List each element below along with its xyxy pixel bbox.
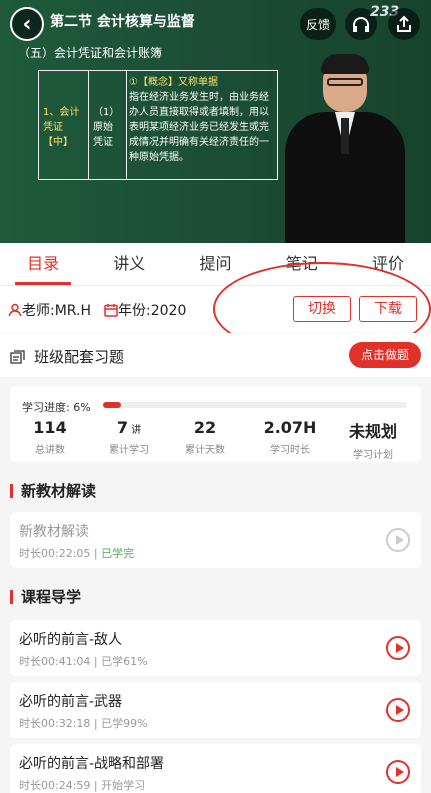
teacher-info: 老师:MR.H xyxy=(8,300,91,320)
course-page: ‹ 第二节 会计核算与监督 （五）会计凭证和会计账簿 反馈 233 1、会计凭证… xyxy=(0,0,431,793)
slide-col1: 1、会计凭证【中】 xyxy=(39,71,89,179)
do-exercise-button[interactable]: 点击做题 xyxy=(349,342,421,368)
exercise-row: 班级配套习题 点击做题 xyxy=(0,333,431,377)
feedback-button[interactable]: 反馈 xyxy=(300,8,336,40)
stat-learned: 7讲 累计学习 xyxy=(89,418,169,456)
teacher-label: 老师:MR.H xyxy=(22,303,92,319)
slide-concept: ①【概念】又称单据 xyxy=(129,77,218,88)
lesson-title: 新教材解读 xyxy=(19,524,89,540)
lesson-meta: 时长00:41:04 | 已学61% xyxy=(19,655,148,668)
slide-col2: （1）原始凭证 xyxy=(89,71,127,179)
lesson-duration: 时长00:41:04 xyxy=(19,655,91,668)
video-title: 第二节 会计核算与监督 xyxy=(50,14,195,30)
slide-table: 1、会计凭证【中】 （1）原始凭证 ①【概念】又称单据 指在经济业务发生时，由业… xyxy=(38,70,278,180)
video-subtitle: （五）会计凭证和会计账簿 xyxy=(18,46,163,60)
stat-value: 22 xyxy=(193,418,217,437)
progress-card: 学习进度: 6% 114 总讲数 7讲 累计学习 22 累计天数 2.07H 学… xyxy=(10,386,421,462)
slide-col3: ①【概念】又称单据 指在经济业务发生时，由业务经办人员直接取得或者填制，用以表明… xyxy=(129,75,275,165)
slide-body: 指在经济业务发生时，由业务经办人员直接取得或者填制，用以表明某项经济业务已经发生… xyxy=(129,92,269,163)
calendar-icon xyxy=(104,304,118,317)
lesson-item[interactable]: 必听的前言-敌人 时长00:41:04 | 已学61% xyxy=(10,620,421,676)
year-label: 年份:2020 xyxy=(118,303,187,319)
lesson-item[interactable]: 新教材解读 时长00:22:05 | 已学完 xyxy=(10,512,421,568)
teacher-figure xyxy=(285,48,405,243)
section-title: 课程导学 xyxy=(21,588,82,606)
play-icon[interactable] xyxy=(386,528,410,552)
person-icon xyxy=(8,303,22,317)
tab-catalog[interactable]: 目录 xyxy=(0,243,86,285)
progress-bar xyxy=(103,402,407,408)
back-icon[interactable]: ‹ xyxy=(10,7,44,41)
stat-label: 学习计划 xyxy=(353,450,393,461)
year-info: 年份:2020 xyxy=(104,300,186,320)
stat-total: 114 总讲数 xyxy=(10,418,90,456)
progress-fill xyxy=(103,402,122,408)
video-player[interactable]: ‹ 第二节 会计核算与监督 （五）会计凭证和会计账簿 反馈 233 1、会计凭证… xyxy=(0,0,431,243)
lesson-title: 必听的前言-战略和部署 xyxy=(19,756,165,772)
stat-label: 总讲数 xyxy=(35,445,65,456)
tab-handout[interactable]: 讲义 xyxy=(86,243,172,285)
section-header: 课程导学 xyxy=(10,586,81,607)
stat-value: 7 xyxy=(116,418,129,437)
progress-label: 学习进度: 6% xyxy=(22,401,91,414)
play-icon[interactable] xyxy=(386,636,410,660)
play-icon[interactable] xyxy=(386,698,410,722)
lesson-meta: 时长00:22:05 | 已学完 xyxy=(19,547,135,560)
lesson-duration: 时长00:32:18 xyxy=(19,717,91,730)
lesson-meta: 时长00:24:59 | 开始学习 xyxy=(19,779,146,792)
stat-value: 114 xyxy=(33,418,67,437)
stat-unit: 讲 xyxy=(131,425,142,436)
lesson-status: 已学61% xyxy=(101,655,148,668)
lesson-meta: 时长00:32:18 | 已学99% xyxy=(19,717,148,730)
lesson-item[interactable]: 必听的前言-战略和部署 时长00:24:59 | 开始学习 xyxy=(10,744,421,793)
section-accent xyxy=(10,589,13,604)
lesson-status: 开始学习 xyxy=(101,779,146,792)
stat-label: 累计天数 xyxy=(185,445,225,456)
stat-label: 累计学习 xyxy=(109,445,149,456)
exercise-label-wrap: 班级配套习题 xyxy=(10,346,124,367)
lesson-title: 必听的前言-武器 xyxy=(19,694,123,710)
exercise-icon xyxy=(10,349,25,364)
play-icon[interactable] xyxy=(386,760,410,784)
stat-plan[interactable]: 未规划 学习计划 xyxy=(333,418,413,461)
lesson-item[interactable]: 必听的前言-武器 时长00:32:18 | 已学99% xyxy=(10,682,421,738)
section-title: 新教材解读 xyxy=(21,482,97,500)
stat-value: 2.07H xyxy=(263,418,317,437)
exercise-label: 班级配套习题 xyxy=(34,348,125,366)
stat-days: 22 累计天数 xyxy=(165,418,245,456)
stat-duration: 2.07H 学习时长 xyxy=(250,418,330,456)
stat-value: 未规划 xyxy=(348,422,397,441)
lesson-title: 必听的前言-敌人 xyxy=(19,632,123,648)
share-icon[interactable] xyxy=(388,8,420,40)
lesson-status: 已学完 xyxy=(101,547,135,560)
lesson-status: 已学99% xyxy=(101,717,148,730)
stat-label: 学习时长 xyxy=(270,445,310,456)
lesson-duration: 时长00:22:05 xyxy=(19,547,91,560)
lesson-duration: 时长00:24:59 xyxy=(19,779,91,792)
section-header: 新教材解读 xyxy=(10,480,96,501)
section-accent xyxy=(10,483,13,498)
